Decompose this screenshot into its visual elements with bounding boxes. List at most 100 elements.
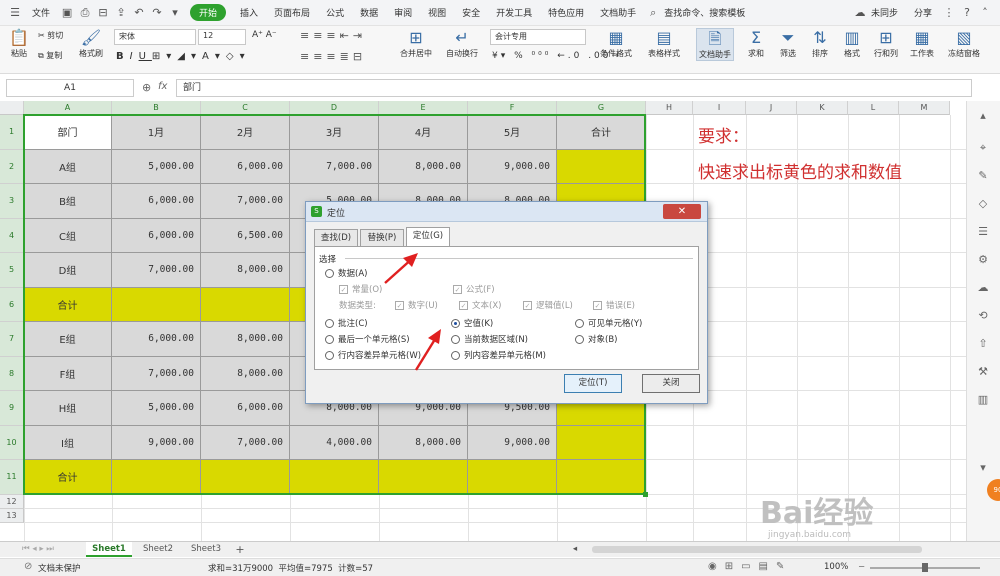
save-icon[interactable]: ▣	[58, 6, 76, 19]
check-constant[interactable]: ✓ 常量(O)	[339, 283, 382, 295]
sheet-nav-icon[interactable]: ⏮ ◂ ▸ ⏭	[8, 542, 68, 557]
row-header-10[interactable]: 10	[0, 425, 24, 460]
zoom-level[interactable]: 100%	[824, 562, 848, 572]
history-icon[interactable]: ⟲	[976, 309, 990, 323]
scroll-down-icon[interactable]: ▾	[976, 461, 990, 475]
column-header-j[interactable]: J	[746, 101, 797, 115]
wrap-text-button[interactable]: ↵ 自动换行	[442, 28, 482, 59]
column-header-g[interactable]: G	[557, 101, 646, 115]
radio-objects[interactable]: 对象(B)	[575, 333, 617, 345]
column-header-h[interactable]: H	[646, 101, 693, 115]
format-painter-button[interactable]: 🖌 格式刷	[76, 28, 106, 59]
align-buttons-top[interactable]: ≡≡≡⇤⇥	[300, 29, 366, 42]
command-search[interactable]: 查找命令、搜索模板	[662, 6, 753, 19]
doc-protect-status[interactable]: 文档未保护	[38, 562, 81, 574]
row-header-6[interactable]: 6	[0, 287, 24, 322]
freeze-panes-button[interactable]: ▧ 冻结窗格	[944, 28, 984, 59]
row-header-5[interactable]: 5	[0, 253, 24, 288]
paste-button[interactable]: 📋 粘贴	[6, 28, 32, 59]
tab-replace[interactable]: 替换(P)	[360, 229, 404, 246]
sheet-tab-sheet2[interactable]: Sheet2	[136, 542, 180, 557]
collapse-icon[interactable]: ˄	[976, 6, 994, 19]
font-size-select[interactable]: 12	[198, 29, 246, 45]
style-icon[interactable]: ✎	[976, 169, 990, 183]
assistant-badge-icon[interactable]: 90	[987, 479, 1000, 501]
tab-formula[interactable]: 公式	[318, 6, 352, 19]
view-mode-icons[interactable]: ◉⊞▭▤✎	[708, 561, 792, 572]
column-header-d[interactable]: D	[290, 101, 379, 115]
row-header-1[interactable]: 1	[0, 115, 24, 150]
tab-goto[interactable]: 定位(G)	[406, 227, 450, 247]
radio-data[interactable]: 数据(A)	[325, 267, 367, 279]
add-sheet-icon[interactable]: +	[232, 542, 248, 557]
help-icon[interactable]: ?	[958, 6, 976, 19]
fx-icon[interactable]: fx	[158, 81, 167, 92]
sort-button[interactable]: ⇅ 排序	[806, 28, 834, 59]
column-header-c[interactable]: C	[201, 101, 290, 115]
tab-find[interactable]: 查找(D)	[314, 229, 358, 246]
dialog-cancel-button[interactable]: 关闭	[642, 374, 700, 393]
row-header-4[interactable]: 4	[0, 218, 24, 253]
radio-row-diff[interactable]: 行内容差异单元格(W)	[325, 349, 421, 361]
table-style-button[interactable]: ▤ 表格样式	[642, 28, 686, 59]
column-header-l[interactable]: L	[848, 101, 899, 115]
tab-data[interactable]: 数据	[352, 6, 386, 19]
radio-comment[interactable]: 批注(C)	[325, 317, 368, 329]
scroll-up-icon[interactable]: ▴	[976, 109, 990, 123]
zoom-out-icon[interactable]: −	[858, 562, 865, 572]
hscroll-left-icon[interactable]: ◂	[560, 542, 590, 557]
column-header-a[interactable]: A	[24, 101, 112, 115]
row-header-13[interactable]: 13	[0, 508, 24, 523]
settings-icon[interactable]: ⚙	[976, 253, 990, 267]
font-grow-icon[interactable]: A⁺ A⁻	[252, 30, 277, 40]
radio-col-diff[interactable]: 列内容差异单元格(M)	[451, 349, 546, 361]
check-formula[interactable]: ✓ 公式(F)	[453, 283, 495, 295]
tab-features[interactable]: 特色应用	[540, 6, 592, 19]
number-format-select[interactable]: 会计专用	[490, 29, 586, 45]
select-icon[interactable]: ⌖	[976, 141, 990, 155]
tab-page-layout[interactable]: 页面布局	[266, 6, 318, 19]
print-icon[interactable]: ⊟	[94, 6, 112, 19]
font-style-buttons[interactable]: BIU⊞▾◢▾A▾◇▾	[116, 51, 251, 62]
tab-developer[interactable]: 开发工具	[488, 6, 540, 19]
radio-current-region[interactable]: 当前数据区域(N)	[451, 333, 528, 345]
tab-view[interactable]: 视图	[420, 6, 454, 19]
row-col-button[interactable]: ⊞ 行和列	[870, 28, 902, 59]
merge-center-button[interactable]: ⊞ 合并居中	[396, 28, 436, 59]
cut-button[interactable]: ✂ 剪切	[38, 30, 63, 41]
check-error[interactable]: ✓ 错误(E)	[593, 299, 635, 311]
column-header-i[interactable]: I	[693, 101, 746, 115]
undo-icon[interactable]: ↶	[130, 6, 148, 19]
print-preview-icon[interactable]: ⎙	[76, 6, 94, 20]
tab-insert[interactable]: 插入	[232, 6, 266, 19]
tab-start[interactable]: 开始	[190, 4, 227, 21]
sheet-tab-sheet3[interactable]: Sheet3	[184, 542, 228, 557]
column-header-k[interactable]: K	[797, 101, 848, 115]
sync-status[interactable]: 未同步	[869, 6, 906, 19]
format-button[interactable]: ▥ 格式	[838, 28, 866, 59]
column-header-e[interactable]: E	[379, 101, 468, 115]
row-header-9[interactable]: 9	[0, 391, 24, 426]
chart-icon[interactable]: ▥	[976, 393, 990, 407]
check-text[interactable]: ✓ 文本(X)	[459, 299, 501, 311]
row-header-2[interactable]: 2	[0, 149, 24, 184]
more-icon[interactable]: ⋮	[940, 6, 958, 19]
tab-security[interactable]: 安全	[454, 6, 488, 19]
radio-visible-cells[interactable]: 可见单元格(Y)	[575, 317, 642, 329]
select-all-corner[interactable]	[0, 101, 24, 115]
selection-summary[interactable]: 求和=31万9000 平均值=7975 计数=57	[208, 562, 373, 574]
radio-last-cell[interactable]: 最后一个单元格(S)	[325, 333, 410, 345]
row-header-8[interactable]: 8	[0, 356, 24, 391]
dialog-close-button[interactable]: ✕	[663, 204, 701, 219]
file-menu[interactable]: 文件	[24, 6, 58, 19]
name-box[interactable]: A1	[6, 79, 134, 97]
horizontal-scrollbar[interactable]	[592, 546, 922, 553]
row-header-3[interactable]: 3	[0, 184, 24, 219]
conditional-format-button[interactable]: ▦ 条件格式	[596, 28, 636, 59]
row-header-12[interactable]: 12	[0, 494, 24, 509]
font-select[interactable]: 宋体	[114, 29, 196, 45]
row-header-11[interactable]: 11	[0, 460, 24, 495]
column-header-m[interactable]: M	[899, 101, 950, 115]
row-header-7[interactable]: 7	[0, 322, 24, 357]
check-logical[interactable]: ✓ 逻辑值(L)	[523, 299, 573, 311]
